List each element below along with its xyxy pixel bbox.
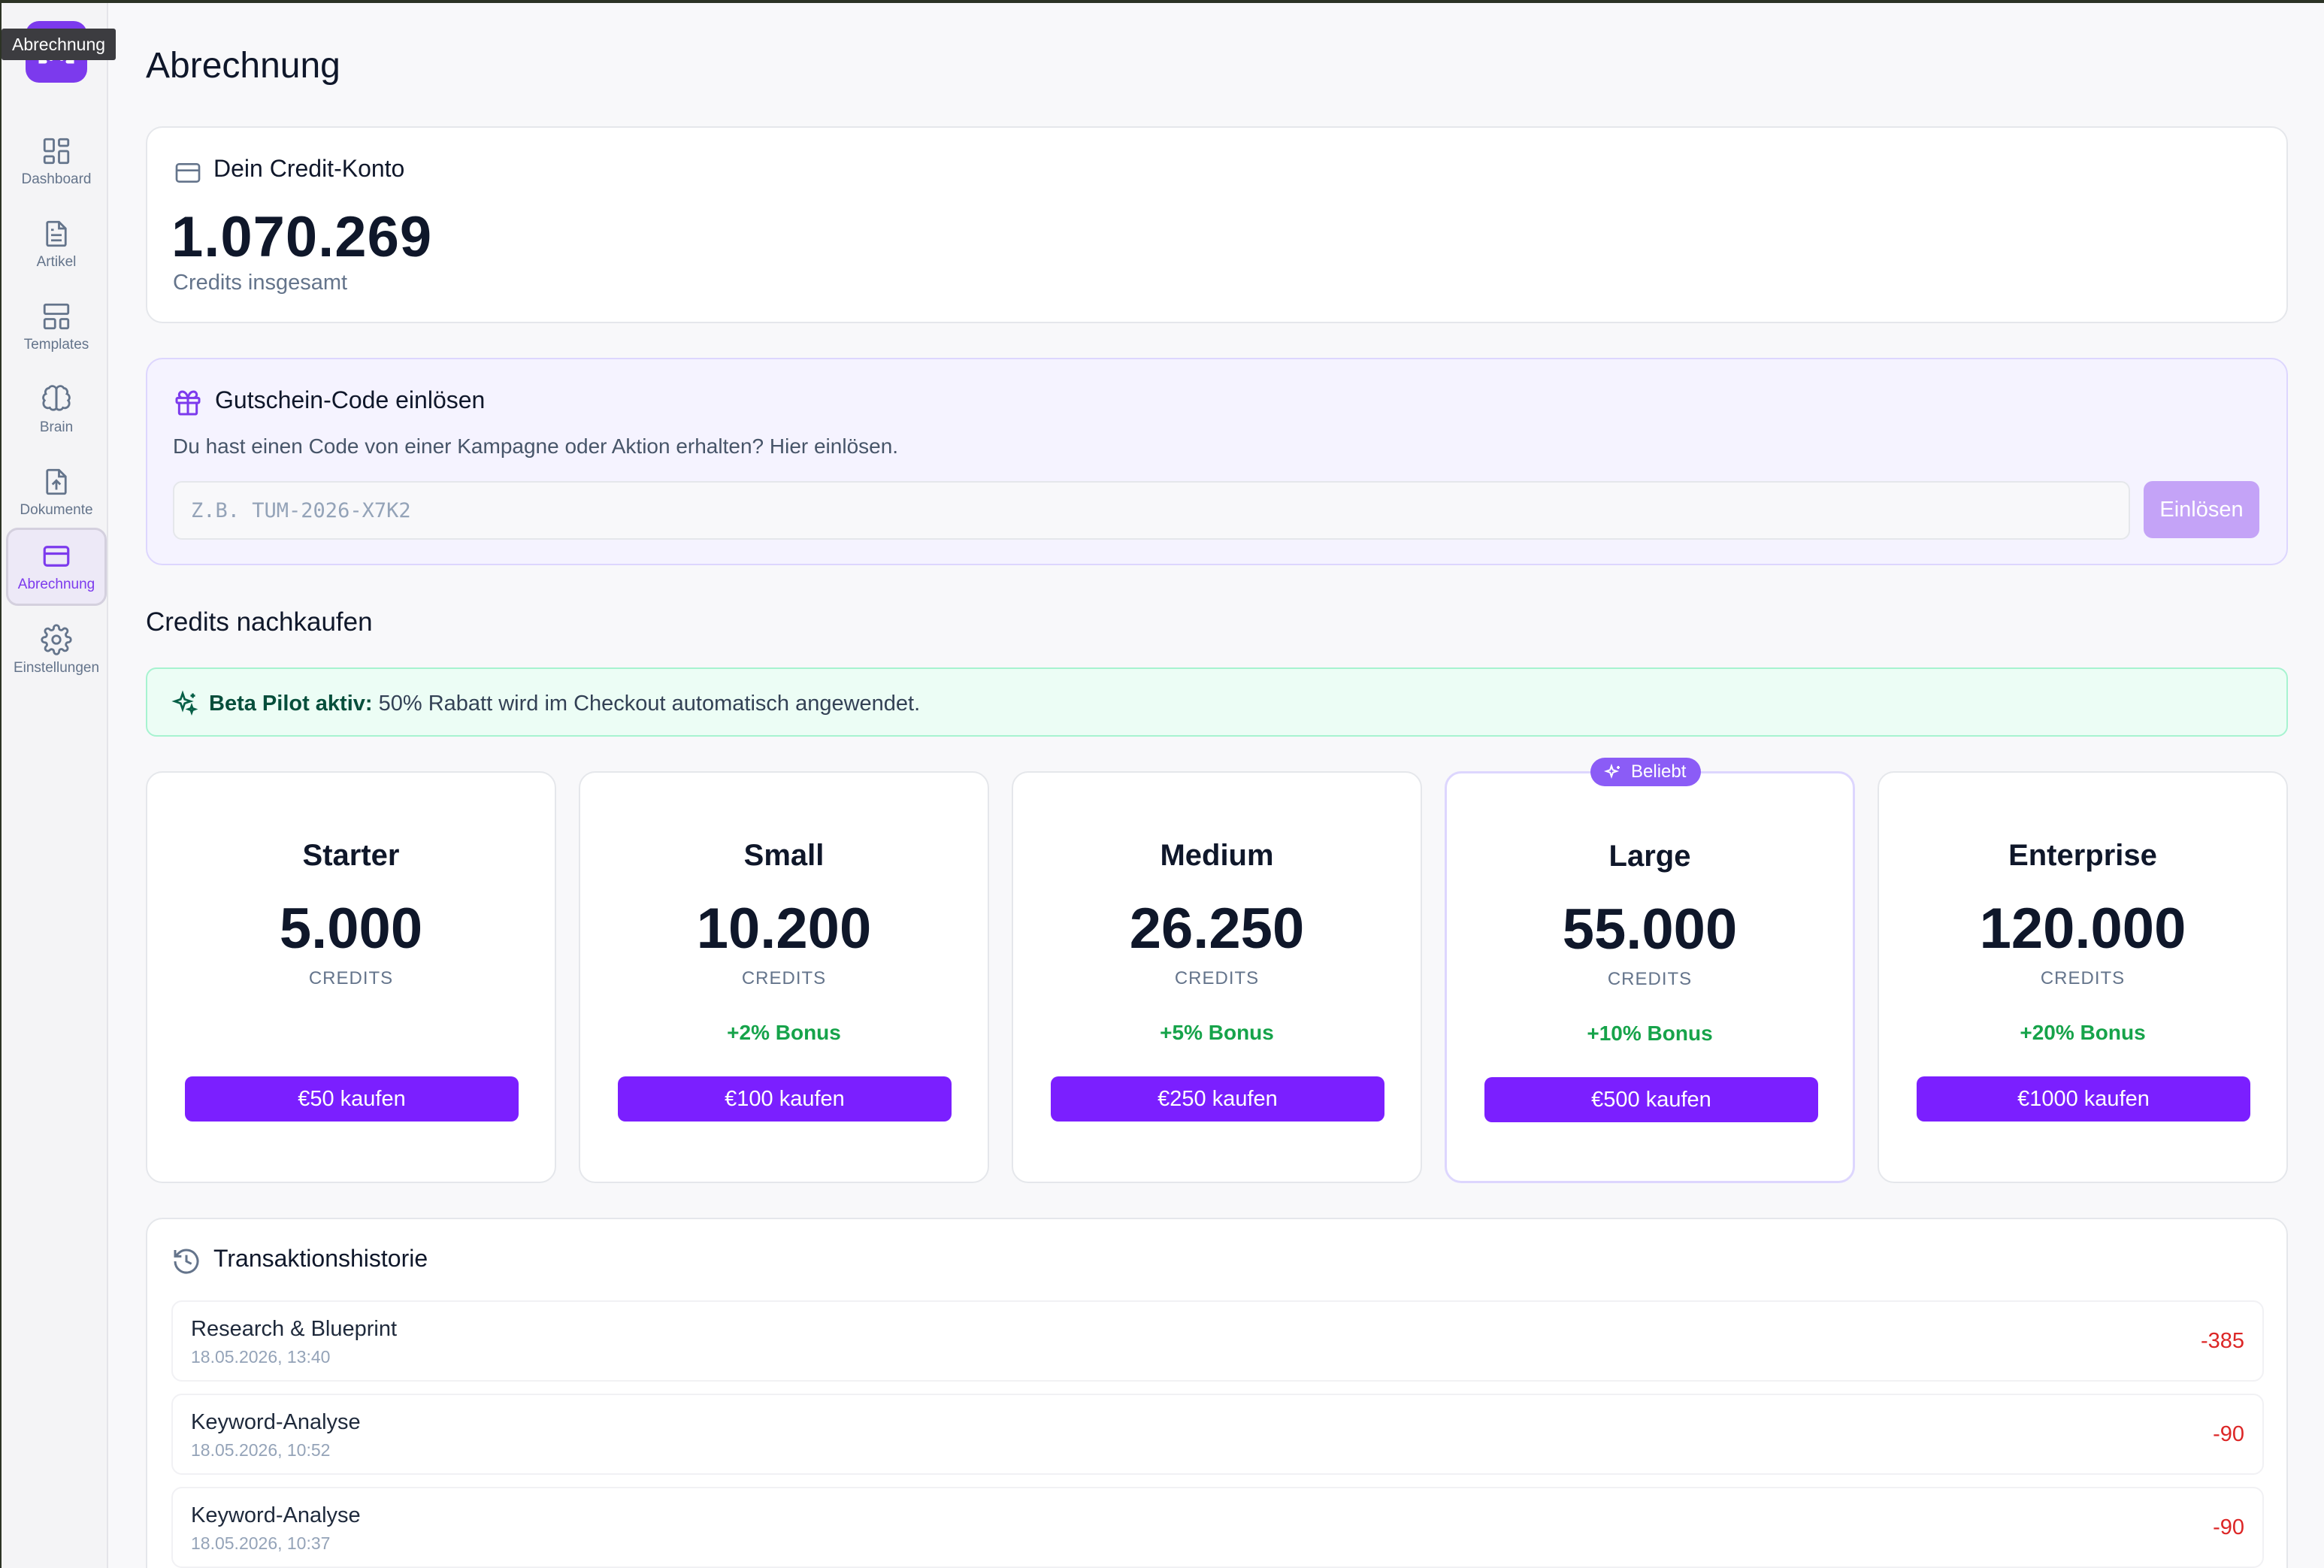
plan-credits: 26.250 bbox=[1129, 897, 1305, 961]
plan-bonus: +5% Bonus bbox=[1160, 1021, 1274, 1044]
sidebar-item-artikel[interactable]: Artikel bbox=[6, 204, 107, 283]
transaction-title: Research & Blueprint bbox=[191, 1317, 398, 1341]
plan-bonus: +10% Bonus bbox=[1587, 1022, 1713, 1045]
transaction-history-title: Transaktionshistorie bbox=[213, 1245, 428, 1272]
plan-unit: CREDITS bbox=[1607, 969, 1693, 989]
plan-card-small: Small 10.200 CREDITS +2% Bonus €100 kauf… bbox=[579, 771, 989, 1183]
sparkles-icon bbox=[1604, 764, 1620, 779]
plan-name: Medium bbox=[1160, 839, 1274, 872]
credit-balance-label: Credits insgesamt bbox=[173, 271, 348, 295]
transaction-amount: -385 bbox=[2200, 1329, 2244, 1353]
promo-text: Beta Pilot aktiv: 50% Rabatt wird im Che… bbox=[209, 692, 920, 716]
sidebar-item-einstellungen[interactable]: Einstellungen bbox=[6, 610, 107, 689]
credit-account-card: Dein Credit-Konto 1.070.269 Credits insg… bbox=[146, 126, 2288, 323]
plan-unit: CREDITS bbox=[1174, 968, 1260, 988]
sidebar: Abrechnung Dashboard Artikel Templates B… bbox=[0, 3, 117, 1568]
transaction-date: 18.05.2026, 10:37 bbox=[191, 1533, 331, 1553]
sidebar-item-label: Brain bbox=[39, 419, 74, 435]
buy-medium-button[interactable]: €250 kaufen bbox=[1051, 1076, 1384, 1122]
plan-card-enterprise: Enterprise 120.000 CREDITS +20% Bonus €1… bbox=[1878, 771, 2288, 1183]
sidebar-item-templates[interactable]: Templates bbox=[6, 287, 107, 365]
plan-name: Large bbox=[1608, 840, 1691, 873]
transaction-history-card: Transaktionshistorie Research & Blueprin… bbox=[146, 1218, 2288, 1568]
transaction-title: Keyword-Analyse bbox=[191, 1503, 361, 1527]
sidebar-item-label: Dokumente bbox=[20, 502, 93, 518]
gear-icon bbox=[41, 624, 72, 655]
transaction-amount: -90 bbox=[2213, 1422, 2244, 1446]
credit-card-icon bbox=[43, 546, 70, 567]
redeem-button[interactable]: Einlösen bbox=[2144, 481, 2259, 538]
credit-account-title: Dein Credit-Konto bbox=[213, 155, 405, 182]
credit-card-icon bbox=[175, 163, 201, 183]
app-window: Abrechnung Dashboard Artikel Templates B… bbox=[0, 0, 2324, 1568]
sidebar-item-label: Abrechnung bbox=[17, 577, 95, 592]
plan-credits: 55.000 bbox=[1562, 898, 1738, 961]
transaction-date: 18.05.2026, 13:40 bbox=[191, 1347, 331, 1367]
voucher-title: Gutschein-Code einlösen bbox=[215, 386, 486, 413]
promo-banner: Beta Pilot aktiv: 50% Rabatt wird im Che… bbox=[146, 667, 2288, 737]
sidebar-item-dokumente[interactable]: Dokumente bbox=[6, 453, 107, 531]
plan-name: Starter bbox=[302, 839, 400, 872]
plan-unit: CREDITS bbox=[2040, 968, 2126, 988]
popular-badge-label: Beliebt bbox=[1631, 761, 1687, 782]
popular-badge: Beliebt bbox=[1590, 758, 1702, 786]
tooltip: Abrechnung bbox=[2, 29, 117, 60]
promo-strong: Beta Pilot aktiv: bbox=[209, 692, 373, 716]
sidebar-item-label: Artikel bbox=[36, 254, 77, 270]
brain-icon bbox=[42, 385, 71, 411]
sidebar-item-label: Templates bbox=[23, 337, 89, 353]
sidebar-item-dashboard[interactable]: Dashboard bbox=[6, 122, 107, 200]
plan-credits: 5.000 bbox=[279, 897, 423, 961]
transaction-row[interactable]: Research & Blueprint 18.05.2026, 13:40 -… bbox=[171, 1300, 2264, 1382]
file-upload-icon bbox=[46, 468, 67, 495]
buy-small-button[interactable]: €100 kaufen bbox=[618, 1076, 952, 1122]
history-clock-icon bbox=[174, 1249, 199, 1274]
plan-credits: 120.000 bbox=[1979, 897, 2186, 961]
templates-layout-icon bbox=[43, 303, 70, 330]
sidebar-item-label: Dashboard bbox=[21, 171, 92, 187]
credit-balance: 1.070.269 bbox=[171, 205, 433, 269]
promo-detail: 50% Rabatt wird im Checkout automatisch … bbox=[372, 692, 921, 716]
buy-large-button[interactable]: €500 kaufen bbox=[1484, 1077, 1818, 1122]
plan-credits: 10.200 bbox=[696, 897, 872, 961]
voucher-code-input[interactable] bbox=[173, 481, 2130, 540]
buy-starter-button[interactable]: €50 kaufen bbox=[185, 1076, 519, 1122]
voucher-description: Du hast einen Code von einer Kampagne od… bbox=[173, 434, 899, 458]
plan-unit: CREDITS bbox=[741, 968, 827, 988]
plan-card-medium: Medium 26.250 CREDITS +5% Bonus €250 kau… bbox=[1012, 771, 1422, 1183]
sidebar-item-label: Einstellungen bbox=[13, 660, 100, 676]
sidebar-item-brain[interactable]: Brain bbox=[6, 370, 107, 448]
transaction-row[interactable]: Keyword-Analyse 18.05.2026, 10:37 -90 bbox=[171, 1487, 2264, 1568]
plan-card-large: Large 55.000 CREDITS +10% Bonus €500 kau… bbox=[1445, 771, 1855, 1183]
buy-credits-title: Credits nachkaufen bbox=[146, 607, 373, 637]
sparkles-icon bbox=[171, 690, 198, 716]
page-title: Abrechnung bbox=[146, 46, 340, 86]
dashboard-grid-icon bbox=[43, 138, 70, 165]
plan-bonus: +20% Bonus bbox=[2020, 1021, 2146, 1044]
plan-unit: CREDITS bbox=[308, 968, 394, 988]
buy-enterprise-button[interactable]: €1000 kaufen bbox=[1917, 1076, 2250, 1122]
sidebar-item-abrechnung[interactable]: Abrechnung bbox=[6, 528, 107, 606]
transaction-amount: -90 bbox=[2213, 1515, 2244, 1539]
transaction-title: Keyword-Analyse bbox=[191, 1410, 361, 1434]
plan-name: Small bbox=[743, 839, 825, 872]
plan-card-starter: Starter 5.000 CREDITS €50 kaufen bbox=[146, 771, 556, 1183]
plan-name: Enterprise bbox=[2008, 839, 2157, 872]
document-icon bbox=[46, 220, 67, 247]
voucher-card: Gutschein-Code einlösen Du hast einen Co… bbox=[146, 358, 2288, 565]
plan-bonus: +2% Bonus bbox=[727, 1021, 841, 1044]
gift-icon bbox=[175, 390, 201, 416]
transaction-date: 18.05.2026, 10:52 bbox=[191, 1440, 331, 1460]
transaction-row[interactable]: Keyword-Analyse 18.05.2026, 10:52 -90 bbox=[171, 1394, 2264, 1475]
